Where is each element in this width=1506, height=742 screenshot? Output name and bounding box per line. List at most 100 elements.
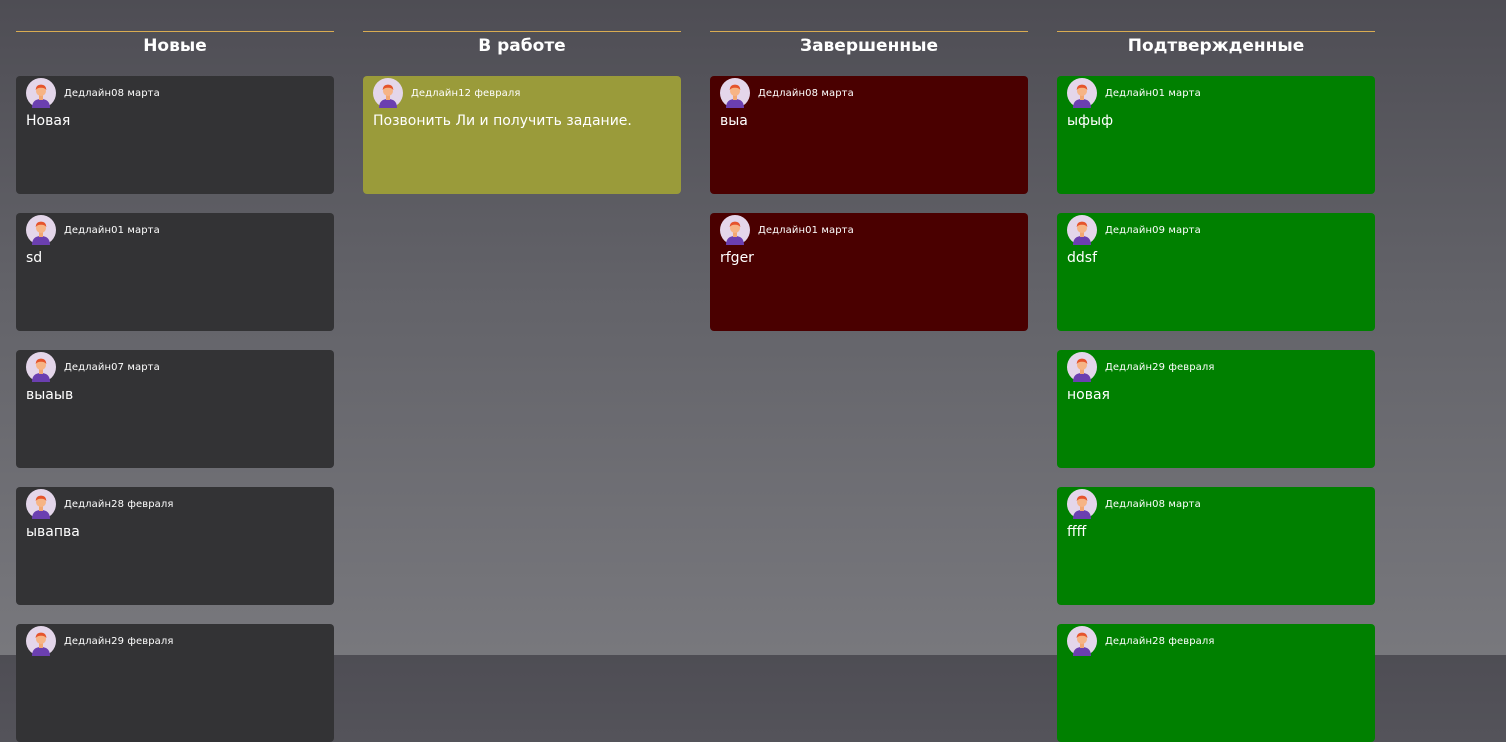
card-title: ffff <box>1067 524 1087 540</box>
column: Новые Дедлайн08 марта Новая Дедлайн01 марта… <box>16 31 334 742</box>
card-header: Дедлайн08 марта <box>26 78 324 108</box>
deadline-date: 01 марта <box>111 224 160 236</box>
deadline-date: 01 марта <box>805 224 854 236</box>
column-title: Подтвержденные <box>1057 31 1375 60</box>
deadline-date: 29 февраля <box>111 635 174 647</box>
deadline-text: Дедлайн01 марта <box>64 225 160 236</box>
deadline-date: 28 февраля <box>1152 635 1215 647</box>
user-avatar-icon <box>1067 78 1097 108</box>
deadline-label: Дедлайн <box>1105 87 1153 99</box>
card-title: ыфыф <box>1067 113 1114 129</box>
user-avatar-icon <box>26 626 56 656</box>
deadline-label: Дедлайн <box>758 224 806 236</box>
deadline-date: 28 февраля <box>111 498 174 510</box>
user-avatar-icon <box>720 215 750 245</box>
deadline-date: 09 марта <box>1152 224 1201 236</box>
deadline-text: Дедлайн29 февраля <box>1105 362 1215 373</box>
card-title: ывапва <box>26 524 80 540</box>
card-header: Дедлайн08 марта <box>720 78 1018 108</box>
column-title: В работе <box>363 31 681 60</box>
task-card[interactable]: Дедлайн08 марта Новая <box>16 76 334 194</box>
user-avatar-icon <box>26 78 56 108</box>
deadline-date: 12 февраля <box>458 87 521 99</box>
deadline-label: Дедлайн <box>1105 635 1153 647</box>
deadline-date: 08 марта <box>111 87 160 99</box>
card-title: выаыв <box>26 387 74 403</box>
card-title: ddsf <box>1067 250 1097 266</box>
task-card[interactable]: Дедлайн09 марта ddsf <box>1057 213 1375 331</box>
deadline-label: Дедлайн <box>1105 498 1153 510</box>
user-avatar-icon <box>26 215 56 245</box>
card-title: выа <box>720 113 748 129</box>
card-title: новая <box>1067 387 1110 403</box>
deadline-label: Дедлайн <box>758 87 806 99</box>
card-header: Дедлайн01 марта <box>1067 78 1365 108</box>
user-avatar-icon <box>373 78 403 108</box>
task-card[interactable]: Дедлайн28 февраля <box>1057 624 1375 742</box>
task-card[interactable]: Дедлайн08 марта выа <box>710 76 1028 194</box>
card-header: Дедлайн08 марта <box>1067 489 1365 519</box>
deadline-label: Дедлайн <box>64 361 112 373</box>
deadline-text: Дедлайн08 марта <box>64 88 160 99</box>
card-header: Дедлайн28 февраля <box>1067 626 1365 656</box>
card-list: Дедлайн08 марта выа Дедлайн01 марта rfger <box>710 76 1028 331</box>
task-card[interactable]: Дедлайн01 марта rfger <box>710 213 1028 331</box>
card-title: Новая <box>26 113 71 129</box>
user-avatar-icon <box>26 489 56 519</box>
task-card[interactable]: Дедлайн01 марта ыфыф <box>1057 76 1375 194</box>
card-header: Дедлайн28 февраля <box>26 489 324 519</box>
user-avatar-icon <box>720 78 750 108</box>
deadline-text: Дедлайн07 марта <box>64 362 160 373</box>
user-avatar-icon <box>1067 215 1097 245</box>
deadline-date: 08 марта <box>1152 498 1201 510</box>
task-card[interactable]: Дедлайн28 февраля ывапва <box>16 487 334 605</box>
column-title: Новые <box>16 31 334 60</box>
deadline-label: Дедлайн <box>1105 224 1153 236</box>
deadline-date: 08 марта <box>805 87 854 99</box>
card-header: Дедлайн07 марта <box>26 352 324 382</box>
card-list: Дедлайн12 февраля Позвонить Ли и получить… <box>363 76 681 194</box>
column-title: Завершенные <box>710 31 1028 60</box>
task-card[interactable]: Дедлайн07 марта выаыв <box>16 350 334 468</box>
kanban-board: Новые Дедлайн08 марта Новая Дедлайн01 марта… <box>16 31 1375 742</box>
card-title: Позвонить Ли и получить задание. <box>373 113 632 129</box>
card-header: Дедлайн29 февраля <box>26 626 324 656</box>
deadline-label: Дедлайн <box>64 224 112 236</box>
user-avatar-icon <box>26 352 56 382</box>
task-card[interactable]: Дедлайн29 февраля <box>16 624 334 742</box>
deadline-text: Дедлайн29 февраля <box>64 636 174 647</box>
deadline-label: Дедлайн <box>411 87 459 99</box>
deadline-text: Дедлайн01 марта <box>758 225 854 236</box>
user-avatar-icon <box>1067 352 1097 382</box>
card-list: Дедлайн08 марта Новая Дедлайн01 марта sd Дед… <box>16 76 334 742</box>
deadline-label: Дедлайн <box>1105 361 1153 373</box>
card-header: Дедлайн09 марта <box>1067 215 1365 245</box>
card-list: Дедлайн01 марта ыфыф Дедлайн09 марта ddsf Де… <box>1057 76 1375 742</box>
task-card[interactable]: Дедлайн08 марта ffff <box>1057 487 1375 605</box>
deadline-text: Дедлайн12 февраля <box>411 88 521 99</box>
user-avatar-icon <box>1067 626 1097 656</box>
deadline-label: Дедлайн <box>64 635 112 647</box>
task-card[interactable]: Дедлайн29 февраля новая <box>1057 350 1375 468</box>
card-header: Дедлайн12 февраля <box>373 78 671 108</box>
deadline-text: Дедлайн08 марта <box>1105 499 1201 510</box>
card-header: Дедлайн01 марта <box>26 215 324 245</box>
deadline-text: Дедлайн28 февраля <box>64 499 174 510</box>
deadline-label: Дедлайн <box>64 498 112 510</box>
card-header: Дедлайн29 февраля <box>1067 352 1365 382</box>
deadline-text: Дедлайн01 марта <box>1105 88 1201 99</box>
user-avatar-icon <box>1067 489 1097 519</box>
column: Подтвержденные Дедлайн01 марта ыфыф Дедлайн… <box>1057 31 1375 742</box>
card-title: rfger <box>720 250 754 266</box>
deadline-text: Дедлайн08 марта <box>758 88 854 99</box>
deadline-date: 01 марта <box>1152 87 1201 99</box>
deadline-date: 29 февраля <box>1152 361 1215 373</box>
card-title: sd <box>26 250 43 266</box>
deadline-label: Дедлайн <box>64 87 112 99</box>
deadline-text: Дедлайн28 февраля <box>1105 636 1215 647</box>
card-header: Дедлайн01 марта <box>720 215 1018 245</box>
task-card[interactable]: Дедлайн01 марта sd <box>16 213 334 331</box>
column: В работе Дедлайн12 февраля Позвонить Ли и … <box>363 31 681 742</box>
deadline-date: 07 марта <box>111 361 160 373</box>
task-card[interactable]: Дедлайн12 февраля Позвонить Ли и получить… <box>363 76 681 194</box>
